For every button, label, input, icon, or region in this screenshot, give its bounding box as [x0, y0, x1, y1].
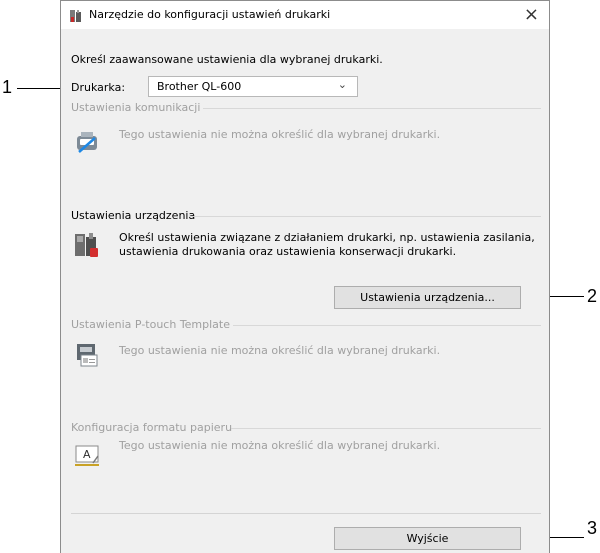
device-settings-icon — [75, 233, 98, 257]
svg-text:A: A — [83, 448, 91, 461]
close-button[interactable]: × — [524, 4, 539, 26]
ptouch-template-icon — [77, 344, 98, 367]
communication-section-text: Tego ustawienia nie można określić dla w… — [119, 128, 441, 141]
chevron-down-icon: ⌄ — [337, 78, 347, 91]
paper-section-title: Konfiguracja formatu papieru — [71, 421, 233, 434]
communication-section-divider — [203, 108, 541, 109]
ptouch-section-text: Tego ustawienia nie można określić dla w… — [119, 344, 441, 357]
printer-tool-icon — [70, 10, 81, 22]
paper-section-divider — [231, 428, 541, 429]
ptouch-section-title: Ustawienia P-touch Template — [71, 318, 231, 331]
printer-select-value: Brother QL-600 — [157, 80, 242, 93]
printer-label: Drukarka: — [71, 81, 126, 94]
device-section-divider — [189, 216, 541, 217]
communication-section-title: Ustawienia komunikacji — [71, 101, 201, 114]
callout-1: 1 — [2, 77, 13, 97]
footer-separator — [71, 513, 541, 514]
printer-select[interactable]: Brother QL-600 ⌄ — [148, 76, 358, 97]
exit-button[interactable]: Wyjście — [334, 527, 521, 550]
device-section-title: Ustawienia urządzenia — [71, 209, 196, 222]
intro-text: Określ zaawansowane ustawienia dla wybra… — [71, 53, 383, 66]
window-title: Narzędzie do konfiguracji ustawień druka… — [89, 8, 331, 21]
communication-icon — [77, 132, 97, 153]
paper-format-icon: A — [75, 445, 99, 466]
callout-2: 2 — [587, 286, 598, 306]
device-section-text-line1: Określ ustawienia związane z działaniem … — [119, 231, 535, 244]
title-bar: Narzędzie do konfiguracji ustawień druka… — [61, 1, 549, 29]
ptouch-section-divider — [233, 325, 541, 326]
printer-settings-dialog: Narzędzie do konfiguracji ustawień druka… — [60, 0, 550, 553]
device-section-text-line2: ustawienia drukowania oraz ustawienia ko… — [119, 245, 457, 258]
paper-section-text: Tego ustawienia nie można określić dla w… — [119, 439, 441, 452]
callout-3: 3 — [587, 518, 598, 538]
device-settings-button[interactable]: Ustawienia urządzenia... — [334, 286, 521, 309]
